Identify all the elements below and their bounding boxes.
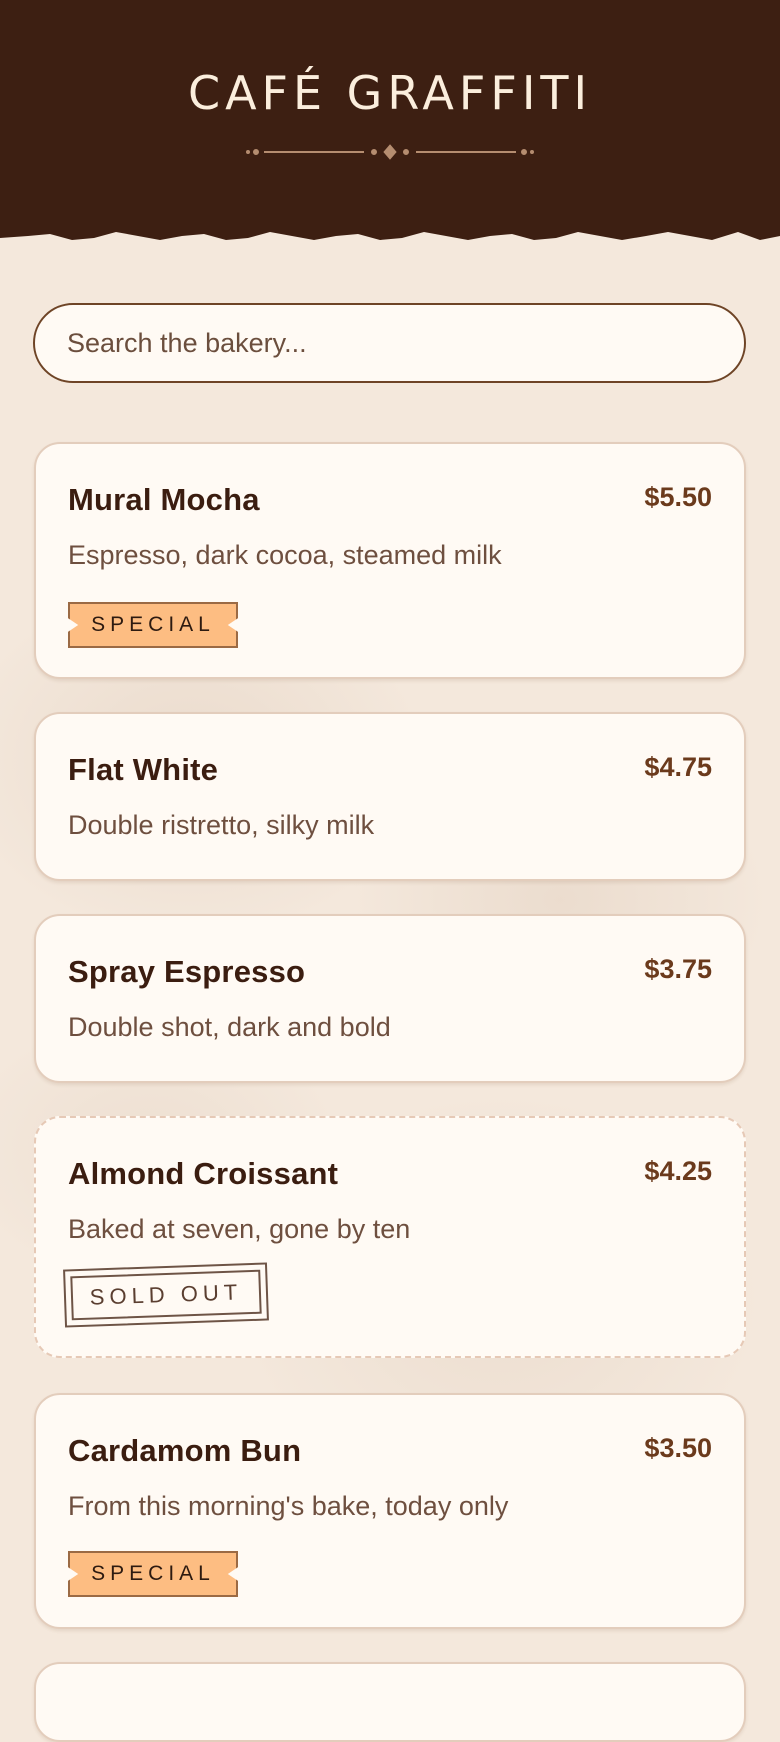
menu-item-mural-mocha[interactable]: Mural Mocha $5.50 Espresso, dark cocoa, … xyxy=(34,442,746,679)
special-badge: SPECIAL xyxy=(68,602,238,648)
item-name: Flat White xyxy=(68,752,219,787)
item-name: Mural Mocha xyxy=(68,482,260,517)
sold-out-label: SOLD OUT xyxy=(89,1279,243,1310)
header-banner xyxy=(0,0,780,240)
ornament-divider-icon xyxy=(246,144,534,160)
page-title: CAFÉ GRAFFITI xyxy=(187,66,593,120)
item-price: $3.75 xyxy=(644,954,712,984)
item-price: $5.50 xyxy=(644,482,712,512)
item-price: $4.75 xyxy=(644,752,712,782)
header: CAFÉ GRAFFITI xyxy=(0,0,780,244)
menu-item-next-partial[interactable] xyxy=(34,1662,746,1742)
item-description: From this morning's bake, today only xyxy=(68,1491,509,1521)
special-badge: SPECIAL xyxy=(68,1551,238,1597)
item-description: Espresso, dark cocoa, steamed milk xyxy=(68,540,502,570)
item-description: Baked at seven, gone by ten xyxy=(68,1214,411,1244)
item-name: Almond Croissant xyxy=(68,1156,339,1191)
item-description: Double shot, dark and bold xyxy=(68,1012,391,1042)
item-price: $3.50 xyxy=(644,1433,712,1463)
item-name: Spray Espresso xyxy=(68,954,306,989)
search-input[interactable] xyxy=(33,303,746,383)
menu-item-cardamom-bun[interactable]: Cardamom Bun $3.50 From this morning's b… xyxy=(34,1393,746,1629)
item-name: Cardamom Bun xyxy=(68,1433,302,1468)
item-description: Double ristretto, silky milk xyxy=(68,810,375,840)
menu-item-almond-croissant: Almond Croissant $4.25 Baked at seven, g… xyxy=(34,1116,746,1358)
item-price: $4.25 xyxy=(644,1156,712,1186)
sold-out-stamp: SOLD OUT xyxy=(63,1262,269,1328)
menu-item-spray-espresso[interactable]: Spray Espresso $3.75 Double shot, dark a… xyxy=(34,914,746,1083)
menu-item-flat-white[interactable]: Flat White $4.75 Double ristretto, silky… xyxy=(34,712,746,881)
